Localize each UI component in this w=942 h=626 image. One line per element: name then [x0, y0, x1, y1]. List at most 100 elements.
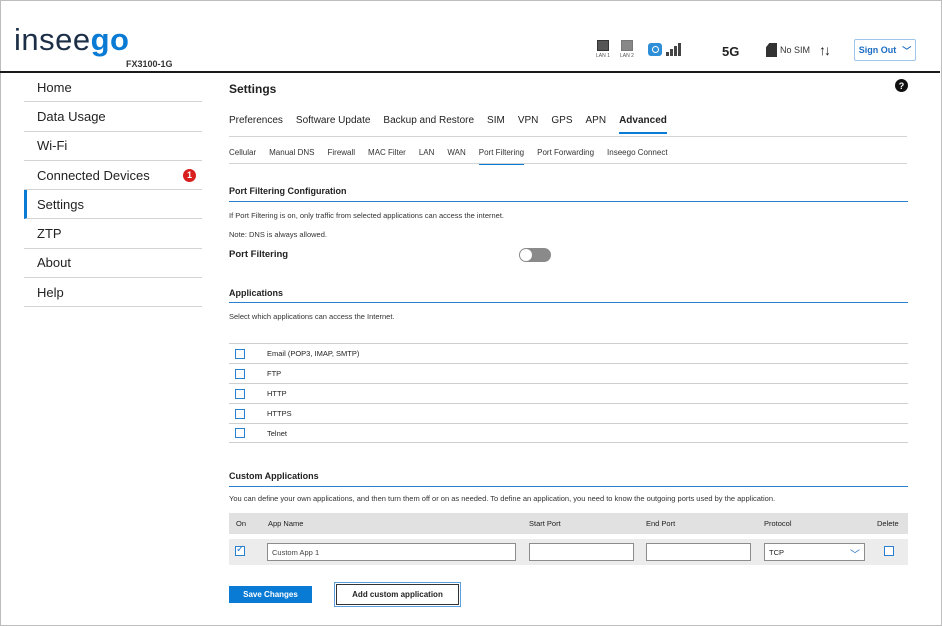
sidebar-item-label: About — [37, 255, 71, 271]
application-name: FTP — [267, 369, 282, 378]
sidebar-item-label: ZTP — [37, 226, 62, 242]
column-header-on: On — [236, 519, 247, 528]
save-changes-button[interactable]: Save Changes — [229, 586, 312, 603]
custom-app-on-checkbox[interactable] — [235, 544, 245, 556]
sidebar-item-data-usage[interactable]: Data Usage — [24, 102, 202, 132]
application-name: Telnet — [267, 428, 288, 438]
sidebar: Home Data Usage Wi-Fi Connected Devices 1… — [24, 73, 202, 308]
applications-description: Select which applications can access the… — [229, 312, 395, 321]
config-note: If Port Filtering is on, only traffic fr… — [229, 211, 504, 220]
signal-bar — [674, 46, 677, 56]
section-divider — [229, 201, 908, 202]
column-header-app-name: App Name — [268, 519, 304, 528]
network-type: 5G — [722, 44, 740, 59]
sidebar-item-label: Connected Devices — [37, 167, 150, 183]
inseego-logo: inseego — [14, 22, 129, 58]
application-checkbox[interactable] — [235, 388, 245, 399]
end-port-input[interactable] — [646, 543, 751, 561]
application-name: HTTPS — [267, 409, 292, 418]
sidebar-item-connected-devices[interactable]: Connected Devices 1 — [24, 161, 202, 191]
help-icon[interactable]: ? — [895, 79, 908, 92]
list-item: HTTPS — [229, 403, 908, 423]
custom-description: You can define your own applications, an… — [229, 494, 776, 503]
sign-out-label: Sign Out — [858, 45, 897, 55]
settings-tabs: Preferences Software Update Backup and R… — [229, 115, 680, 134]
device-model: FX3100-1G — [126, 59, 173, 69]
column-header-protocol: Protocol — [764, 519, 792, 528]
list-item: Email (POP3, IMAP, SMTP) — [229, 343, 908, 363]
applications-section-title: Applications — [229, 288, 284, 298]
tabs-divider — [229, 136, 907, 137]
tab-software-update[interactable]: Software Update — [296, 115, 371, 134]
protocol-select[interactable]: TCP ﹀ — [764, 543, 865, 561]
tab-apn[interactable]: APN — [586, 115, 607, 134]
port-filtering-label: Port Filtering — [229, 249, 289, 260]
application-checkbox[interactable] — [235, 348, 245, 359]
config-section-title: Port Filtering Configuration — [229, 186, 347, 196]
application-name: Email (POP3, IMAP, SMTP) — [267, 349, 360, 358]
sidebar-item-wifi[interactable]: Wi-Fi — [24, 132, 202, 161]
app-name-input[interactable] — [267, 543, 516, 561]
lan1-status: LAN 1 — [596, 40, 610, 59]
sidebar-item-help[interactable]: Help — [24, 278, 202, 308]
sidebar-item-ztp[interactable]: ZTP — [24, 219, 202, 249]
list-item: HTTP — [229, 383, 908, 403]
tab-vpn[interactable]: VPN — [518, 115, 539, 134]
logo-text: insee — [14, 22, 91, 57]
lan2-status: LAN 2 — [620, 40, 634, 59]
custom-table-header: On App Name Start Port End Port Protocol… — [229, 513, 908, 534]
application-checkbox[interactable] — [235, 408, 245, 419]
column-header-end-port: End Port — [646, 519, 676, 528]
tab-gps[interactable]: GPS — [551, 115, 572, 134]
tab-preferences[interactable]: Preferences — [229, 115, 283, 134]
signal-bar — [678, 43, 681, 56]
tab-backup-restore[interactable]: Backup and Restore — [383, 115, 474, 134]
sidebar-item-label: Help — [37, 284, 64, 300]
custom-section-title: Custom Applications — [229, 471, 319, 481]
sim-status-label: No SIM — [780, 45, 811, 55]
chevron-down-icon: ﹀ — [850, 550, 860, 561]
column-header-start-port: Start Port — [529, 519, 561, 528]
list-item: FTP — [229, 363, 908, 383]
ethernet-icon — [620, 40, 633, 51]
tab-sim[interactable]: SIM — [487, 115, 505, 134]
lan1-label: LAN 1 — [596, 53, 610, 59]
sim-status: No SIM — [766, 43, 810, 57]
table-row: TCP ﹀ — [229, 539, 908, 565]
signal-bar — [670, 49, 673, 56]
tab-advanced[interactable]: Advanced — [619, 115, 667, 134]
section-divider — [229, 302, 908, 303]
add-custom-application-button[interactable]: Add custom application — [334, 582, 461, 607]
sidebar-item-label: Wi-Fi — [37, 138, 68, 154]
application-name: HTTP — [267, 389, 287, 398]
signal-status — [648, 43, 682, 56]
sidebar-item-about[interactable]: About — [24, 249, 202, 279]
port-filtering-toggle[interactable] — [519, 248, 551, 262]
data-transfer-icon: ↑↓ — [819, 42, 831, 58]
sidebar-item-settings[interactable]: Settings — [24, 190, 202, 220]
application-checkbox[interactable] — [235, 368, 245, 379]
sidebar-item-home[interactable]: Home — [24, 73, 202, 103]
protocol-value: TCP — [769, 547, 784, 557]
lan2-label: LAN 2 — [620, 53, 634, 59]
wifi-icon — [648, 43, 662, 56]
notification-badge: 1 — [183, 168, 196, 182]
page-title: Settings — [229, 82, 277, 96]
dns-note: Note: DNS is always allowed. — [229, 230, 327, 239]
sim-card-icon — [766, 43, 777, 57]
list-item: Telnet — [229, 423, 908, 443]
sidebar-item-label: Data Usage — [37, 108, 106, 124]
chevron-down-icon: ﹀ — [902, 45, 912, 56]
column-header-delete: Delete — [877, 519, 899, 528]
delete-checkbox[interactable] — [884, 546, 894, 556]
application-checkbox[interactable] — [235, 428, 245, 438]
section-divider — [229, 486, 908, 487]
signal-bar — [666, 52, 669, 56]
sidebar-item-label: Settings — [37, 196, 84, 212]
logo-text-accent: go — [90, 22, 130, 57]
sidebar-item-label: Home — [37, 79, 72, 95]
ethernet-icon — [596, 40, 609, 51]
start-port-input[interactable] — [529, 543, 634, 561]
subtabs-divider — [229, 163, 907, 164]
sign-out-button[interactable]: Sign Out ﹀ — [854, 39, 916, 61]
